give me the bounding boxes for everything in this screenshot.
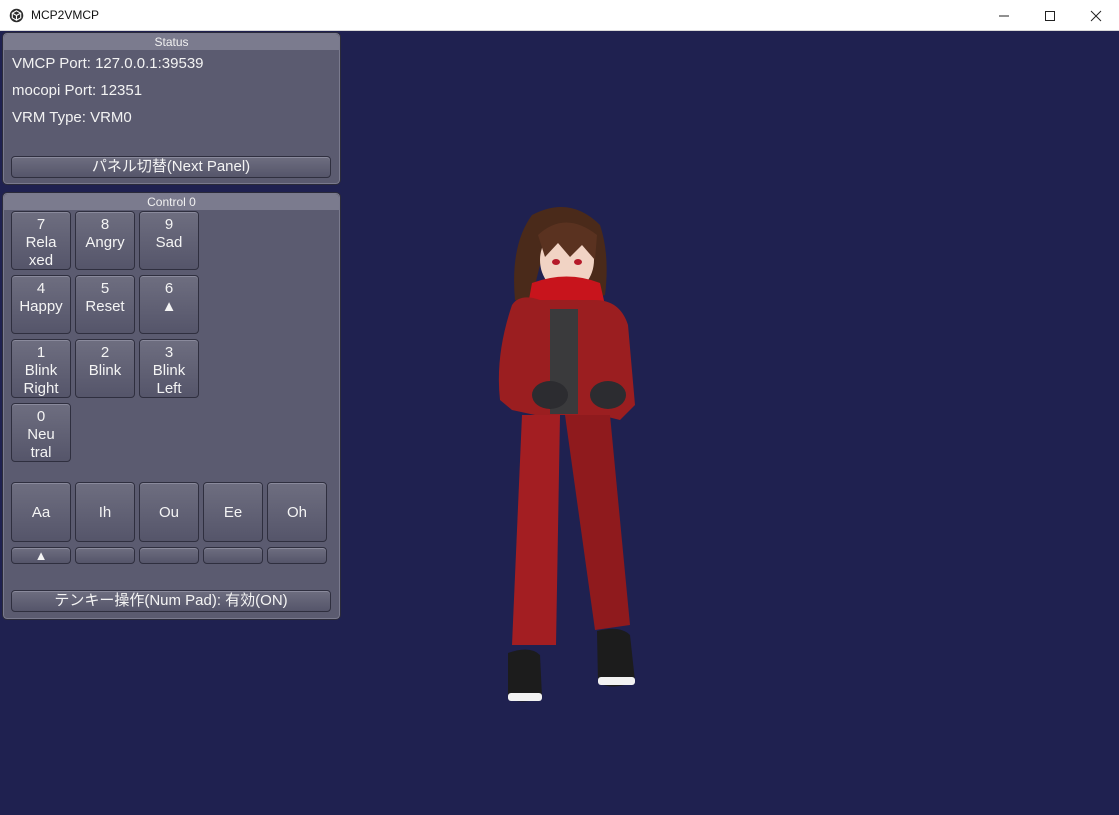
numpad-toggle-button[interactable]: テンキー操作(Num Pad): 有効(ON) (11, 590, 331, 612)
vowel-ou-button[interactable]: Ou (139, 482, 199, 542)
numpad-6-up-button[interactable]: 6 ▲ (139, 275, 199, 334)
vowel-ih-indicator[interactable] (75, 547, 135, 564)
key-label-2: Left (156, 380, 182, 397)
close-icon (1090, 10, 1102, 21)
key-label-2: tral (30, 444, 52, 461)
key-number: 5 (100, 280, 110, 297)
up-triangle-icon: ▲ (161, 298, 177, 315)
window-title: MCP2VMCP (31, 8, 100, 22)
vowel-oh-button[interactable]: Oh (267, 482, 327, 542)
key-number: 1 (36, 344, 46, 361)
key-label-2: xed (28, 252, 54, 269)
key-label: Happy (19, 298, 63, 315)
numpad-9-sad-button[interactable]: 9 Sad (139, 211, 199, 270)
key-number: 3 (164, 344, 174, 361)
close-button[interactable] (1073, 0, 1119, 31)
vmcp-port-text: VMCP Port: 127.0.0.1:39539 (12, 55, 204, 72)
key-label-2: Right (23, 380, 59, 397)
numpad-7-relaxed-button[interactable]: 7 Rela xed (11, 211, 71, 270)
numpad-1-blink-right-button[interactable]: 1 Blink Right (11, 339, 71, 398)
numpad-0-neutral-button[interactable]: 0 Neu tral (11, 403, 71, 462)
key-label: Sad (155, 234, 183, 251)
key-number: 8 (100, 216, 110, 233)
vowel-ee-indicator[interactable] (203, 547, 263, 564)
status-panel: Status VMCP Port: 127.0.0.1:39539 mocopi… (2, 32, 341, 185)
mocopi-port-text: mocopi Port: 12351 (12, 82, 143, 99)
maximize-button[interactable] (1027, 0, 1073, 31)
numpad-8-angry-button[interactable]: 8 Angry (75, 211, 135, 270)
title-bar: MCP2VMCP (0, 0, 1119, 31)
key-label: Blink (88, 362, 122, 379)
vowel-oh-indicator[interactable] (267, 547, 327, 564)
unity-cube-icon (9, 8, 24, 23)
minimize-icon (999, 15, 1009, 16)
vowel-ou-indicator[interactable] (139, 547, 199, 564)
key-number: 2 (100, 344, 110, 361)
key-label: Reset (85, 298, 125, 315)
vrm-avatar-model (498, 207, 635, 702)
next-panel-button[interactable]: パネル切替(Next Panel) (11, 156, 331, 178)
key-label: Blink (24, 362, 58, 379)
maximize-icon (1045, 10, 1055, 21)
vowel-ih-button[interactable]: Ih (75, 482, 135, 542)
numpad-2-blink-button[interactable]: 2 Blink (75, 339, 135, 398)
key-label: Angry (85, 234, 125, 251)
key-label: Neu (27, 426, 55, 443)
vowel-ee-button[interactable]: Ee (203, 482, 263, 542)
key-label: Blink (152, 362, 186, 379)
control-panel: Control 0 7 Rela xed 8 Angry 9 Sad 4 Hap… (2, 192, 341, 620)
key-number: 7 (36, 216, 46, 233)
vowel-aa-button[interactable]: Aa (11, 482, 71, 542)
avatar-viewport[interactable]: Status VMCP Port: 127.0.0.1:39539 mocopi… (0, 31, 1119, 815)
key-number: 0 (36, 408, 46, 425)
key-label: Rela (25, 234, 57, 251)
key-number: 6 (164, 280, 174, 297)
key-number: 9 (164, 216, 174, 233)
control-panel-header: Control 0 (4, 194, 339, 210)
minimize-button[interactable] (981, 0, 1027, 31)
numpad-5-reset-button[interactable]: 5 Reset (75, 275, 135, 334)
key-number: 4 (36, 280, 46, 297)
numpad-3-blink-left-button[interactable]: 3 Blink Left (139, 339, 199, 398)
vrm-type-text: VRM Type: VRM0 (12, 109, 132, 126)
numpad-4-happy-button[interactable]: 4 Happy (11, 275, 71, 334)
status-panel-header: Status (4, 34, 339, 50)
vowel-aa-indicator[interactable]: ▲ (11, 547, 71, 564)
